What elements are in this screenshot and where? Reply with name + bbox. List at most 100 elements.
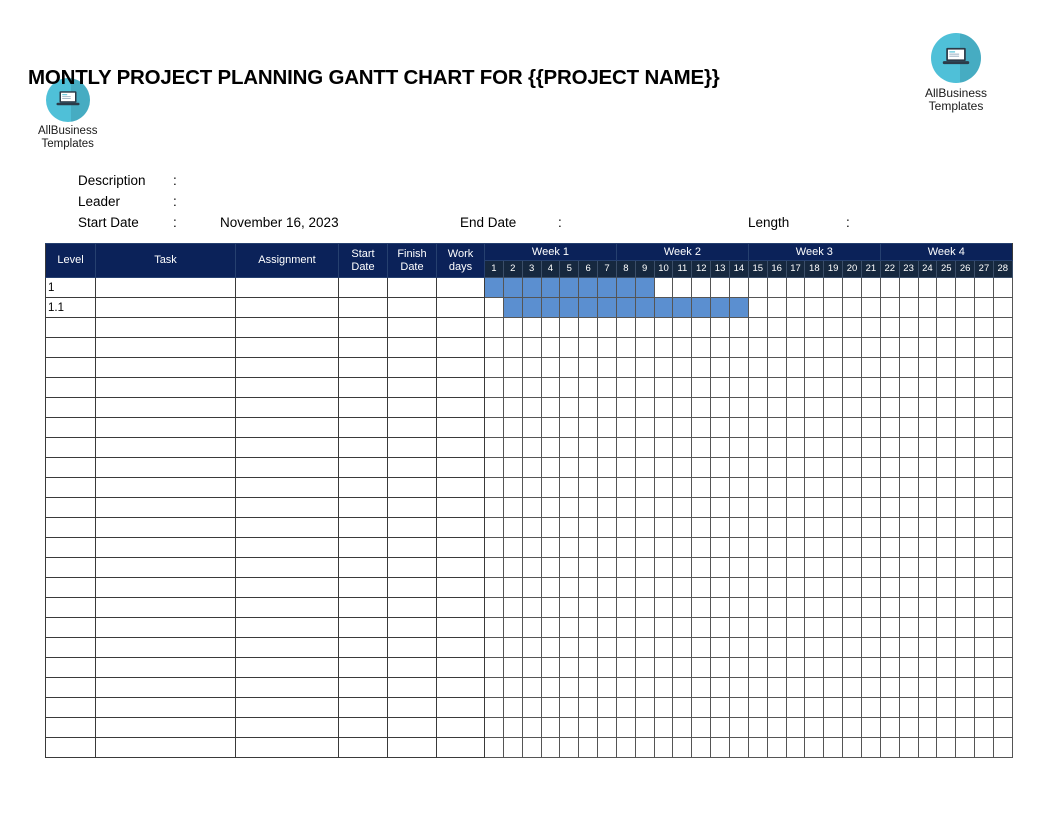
gantt-cell-day-22[interactable] xyxy=(879,377,900,398)
cell-finish_date[interactable] xyxy=(387,717,437,738)
gantt-cell-day-22[interactable] xyxy=(879,677,900,698)
gantt-cell-day-7[interactable] xyxy=(597,397,617,418)
gantt-cell-day-13[interactable] xyxy=(710,457,730,478)
gantt-cell-day-10[interactable] xyxy=(653,737,674,758)
gantt-cell-day-17[interactable] xyxy=(785,457,806,478)
cell-level[interactable] xyxy=(45,497,96,518)
gantt-cell-day-23[interactable] xyxy=(898,297,919,318)
gantt-cell-day-6[interactable] xyxy=(578,697,599,718)
gantt-cell-day-17[interactable] xyxy=(785,397,806,418)
gantt-cell-day-18[interactable] xyxy=(804,617,825,638)
cell-start_date[interactable] xyxy=(338,537,388,558)
cell-work_days[interactable] xyxy=(436,697,485,718)
gantt-cell-day-1[interactable] xyxy=(484,557,504,578)
gantt-cell-day-27[interactable] xyxy=(974,677,994,698)
cell-task[interactable] xyxy=(95,737,236,758)
cell-assignment[interactable] xyxy=(235,317,339,338)
gantt-cell-day-26[interactable] xyxy=(955,717,976,738)
gantt-cell-day-18[interactable] xyxy=(804,357,825,378)
gantt-cell-day-21[interactable] xyxy=(860,457,881,478)
gantt-cell-day-10[interactable] xyxy=(653,677,674,698)
gantt-cell-day-11[interactable] xyxy=(672,437,693,458)
gantt-cell-day-4[interactable] xyxy=(540,637,561,658)
gantt-cell-day-2[interactable] xyxy=(502,737,523,758)
gantt-cell-day-8[interactable] xyxy=(615,537,636,558)
cell-work_days[interactable] xyxy=(436,717,485,738)
gantt-cell-day-18[interactable] xyxy=(804,657,825,678)
gantt-cell-day-2[interactable] xyxy=(502,317,523,338)
gantt-cell-day-22[interactable] xyxy=(879,417,900,438)
gantt-cell-day-9[interactable] xyxy=(634,417,655,438)
cell-finish_date[interactable] xyxy=(387,697,437,718)
gantt-cell-day-14[interactable] xyxy=(729,697,749,718)
gantt-cell-day-25[interactable] xyxy=(936,397,957,418)
gantt-cell-day-20[interactable] xyxy=(842,277,862,298)
gantt-cell-day-23[interactable] xyxy=(898,517,919,538)
cell-work_days[interactable] xyxy=(436,397,485,418)
gantt-cell-day-11[interactable] xyxy=(672,717,693,738)
gantt-cell-day-27[interactable] xyxy=(974,697,994,718)
gantt-cell-day-28[interactable] xyxy=(992,737,1013,758)
gantt-cell-day-3[interactable] xyxy=(521,697,542,718)
gantt-cell-day-2[interactable] xyxy=(502,597,523,618)
gantt-cell-day-19[interactable] xyxy=(823,437,844,458)
gantt-cell-day-25[interactable] xyxy=(936,537,957,558)
gantt-cell-day-10[interactable] xyxy=(653,657,674,678)
gantt-cell-day-13[interactable] xyxy=(710,357,730,378)
gantt-cell-day-21[interactable] xyxy=(860,317,881,338)
gantt-cell-day-8[interactable] xyxy=(615,657,636,678)
cell-finish_date[interactable] xyxy=(387,677,437,698)
cell-task[interactable] xyxy=(95,657,236,678)
gantt-cell-day-16[interactable] xyxy=(766,697,787,718)
cell-task[interactable] xyxy=(95,377,236,398)
gantt-cell-day-5[interactable] xyxy=(559,617,580,638)
gantt-bar-cell-day-11[interactable] xyxy=(672,297,693,318)
gantt-cell-day-7[interactable] xyxy=(597,677,617,698)
gantt-cell-day-23[interactable] xyxy=(898,277,919,298)
gantt-cell-day-15[interactable] xyxy=(747,657,768,678)
gantt-cell-day-15[interactable] xyxy=(747,277,768,298)
gantt-cell-day-2[interactable] xyxy=(502,457,523,478)
gantt-cell-day-6[interactable] xyxy=(578,677,599,698)
gantt-cell-day-22[interactable] xyxy=(879,717,900,738)
gantt-cell-day-16[interactable] xyxy=(766,597,787,618)
gantt-cell-day-23[interactable] xyxy=(898,377,919,398)
gantt-cell-day-11[interactable] xyxy=(672,677,693,698)
gantt-cell-day-3[interactable] xyxy=(521,537,542,558)
gantt-cell-day-6[interactable] xyxy=(578,617,599,638)
gantt-cell-day-27[interactable] xyxy=(974,337,994,358)
gantt-cell-day-10[interactable] xyxy=(653,337,674,358)
gantt-cell-day-24[interactable] xyxy=(917,577,938,598)
gantt-cell-day-26[interactable] xyxy=(955,597,976,618)
gantt-cell-day-5[interactable] xyxy=(559,717,580,738)
gantt-cell-day-13[interactable] xyxy=(710,477,730,498)
cell-level[interactable] xyxy=(45,697,96,718)
gantt-cell-day-4[interactable] xyxy=(540,617,561,638)
gantt-cell-day-21[interactable] xyxy=(860,517,881,538)
gantt-cell-day-14[interactable] xyxy=(729,717,749,738)
gantt-cell-day-20[interactable] xyxy=(842,537,862,558)
gantt-cell-day-26[interactable] xyxy=(955,317,976,338)
gantt-cell-day-4[interactable] xyxy=(540,317,561,338)
cell-task[interactable] xyxy=(95,517,236,538)
gantt-cell-day-10[interactable] xyxy=(653,637,674,658)
gantt-cell-day-5[interactable] xyxy=(559,437,580,458)
gantt-cell-day-8[interactable] xyxy=(615,457,636,478)
gantt-cell-day-9[interactable] xyxy=(634,557,655,578)
gantt-cell-day-17[interactable] xyxy=(785,437,806,458)
gantt-cell-day-6[interactable] xyxy=(578,717,599,738)
gantt-cell-day-10[interactable] xyxy=(653,477,674,498)
gantt-cell-day-2[interactable] xyxy=(502,357,523,378)
gantt-bar-cell-day-7[interactable] xyxy=(597,277,617,298)
gantt-bar-cell-day-3[interactable] xyxy=(521,277,542,298)
gantt-cell-day-1[interactable] xyxy=(484,657,504,678)
gantt-cell-day-11[interactable] xyxy=(672,697,693,718)
gantt-cell-day-9[interactable] xyxy=(634,577,655,598)
gantt-cell-day-13[interactable] xyxy=(710,597,730,618)
gantt-bar-cell-day-7[interactable] xyxy=(597,297,617,318)
gantt-cell-day-16[interactable] xyxy=(766,277,787,298)
gantt-cell-day-25[interactable] xyxy=(936,637,957,658)
gantt-cell-day-26[interactable] xyxy=(955,517,976,538)
gantt-cell-day-7[interactable] xyxy=(597,717,617,738)
gantt-cell-day-2[interactable] xyxy=(502,677,523,698)
